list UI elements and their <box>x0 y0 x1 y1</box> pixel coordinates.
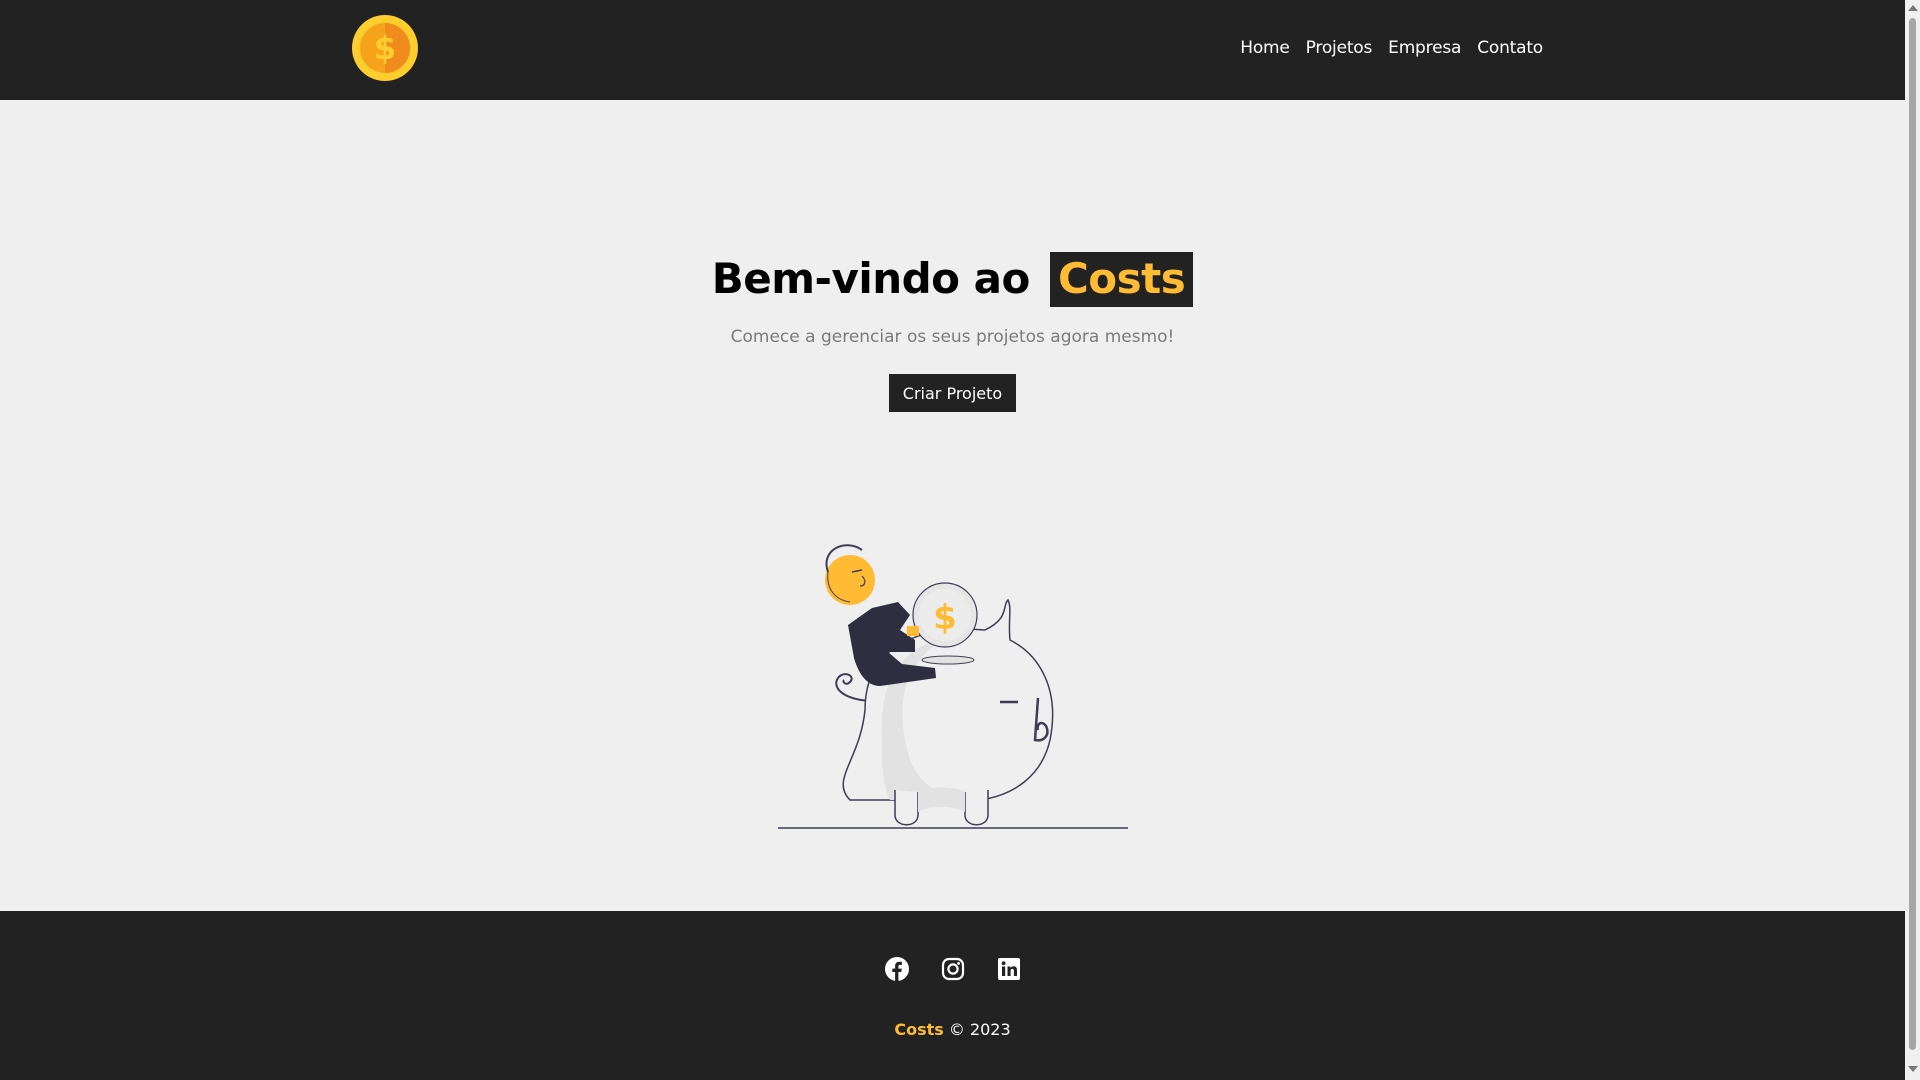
scroll-up-arrow-icon[interactable] <box>1908 5 1918 11</box>
hero-title-brand: Costs <box>1049 252 1194 307</box>
svg-text:$: $ <box>374 29 396 67</box>
nav-menu: Home Projetos Empresa Contato <box>1240 38 1543 58</box>
vertical-scrollbar[interactable] <box>1905 0 1920 1080</box>
facebook-link[interactable] <box>884 957 909 981</box>
footer-copyright-text: © 2023 <box>948 1020 1011 1039</box>
facebook-icon <box>884 957 909 981</box>
footer: Costs © 2023 <box>0 911 1905 1080</box>
scrollbar-thumb[interactable] <box>1909 18 1916 1050</box>
hero-title-prefix: Bem-vindo ao <box>711 254 1031 303</box>
nav-item-empresa: Empresa <box>1388 38 1461 58</box>
home-container: Bem-vindo ao Costs Comece a gerenciar os… <box>0 100 1905 911</box>
nav-link-home[interactable]: Home <box>1240 38 1290 58</box>
page: $ Home Projetos Empresa Contato Bem-vind… <box>0 0 1905 1080</box>
dollar-coin-icon: $ <box>352 15 418 81</box>
footer-brand: Costs <box>894 1020 944 1039</box>
nav-item-contato: Contato <box>1477 38 1543 58</box>
nav-link-contato[interactable]: Contato <box>1477 38 1543 58</box>
nav-item-home: Home <box>1240 38 1290 58</box>
create-project-button[interactable]: Criar Projeto <box>889 374 1016 412</box>
social-links <box>0 957 1905 981</box>
hero-subtitle: Comece a gerenciar os seus projetos agor… <box>730 327 1175 347</box>
hero-title: Bem-vindo ao Costs <box>0 252 1905 307</box>
footer-copyright: Costs © 2023 <box>0 1020 1905 1039</box>
instagram-icon <box>941 957 964 981</box>
scroll-down-arrow-icon[interactable] <box>1908 1066 1918 1072</box>
navbar: $ Home Projetos Empresa Contato <box>0 0 1905 100</box>
nav-link-projetos[interactable]: Projetos <box>1306 38 1373 58</box>
linkedin-link[interactable] <box>997 957 1021 981</box>
nav-item-projetos: Projetos <box>1306 38 1373 58</box>
svg-text:$: $ <box>933 598 957 638</box>
nav-link-empresa[interactable]: Empresa <box>1388 38 1461 58</box>
linkedin-icon <box>997 958 1020 980</box>
instagram-link[interactable] <box>941 957 965 981</box>
piggy-bank-savings-illustration: $ <box>778 544 1128 829</box>
